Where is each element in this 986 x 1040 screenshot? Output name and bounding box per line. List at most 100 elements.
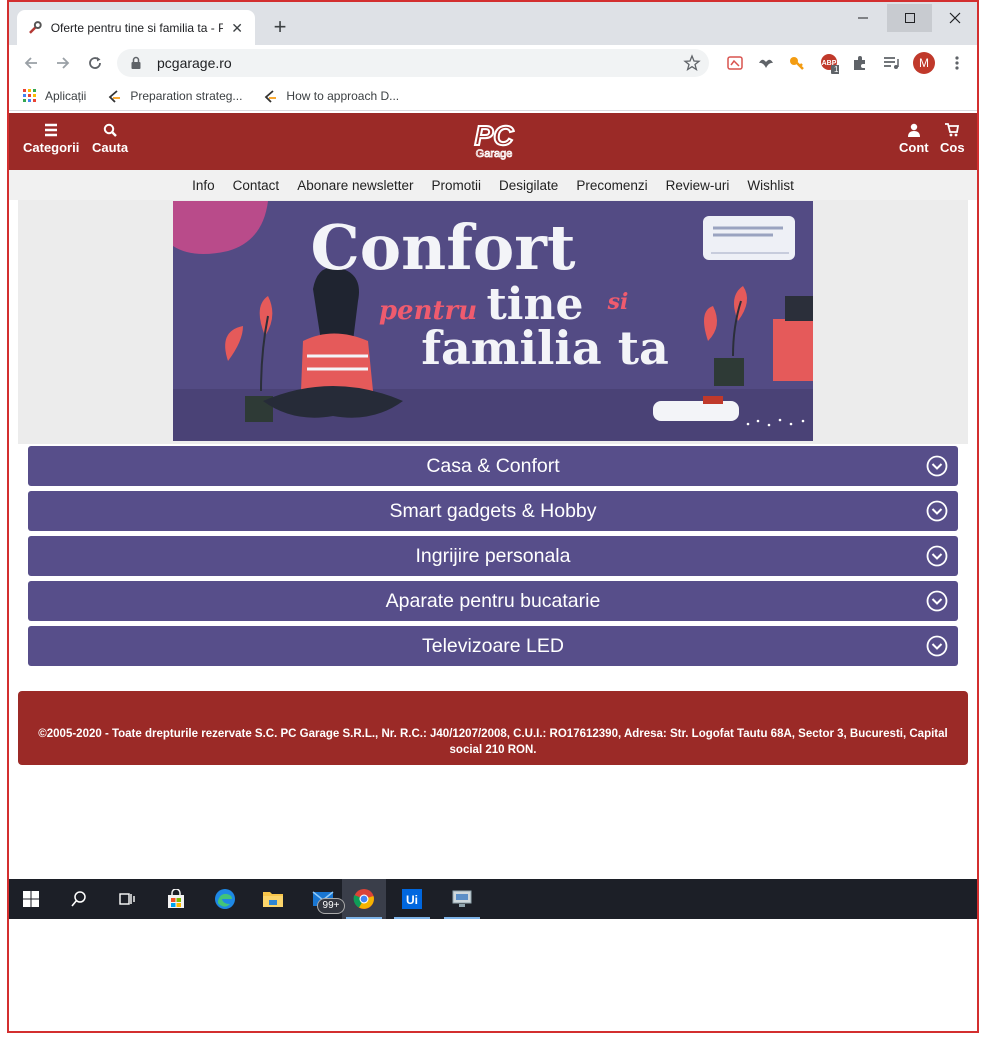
store-app-button[interactable] xyxy=(154,879,198,919)
mail-unread-badge: 99+ xyxy=(317,898,345,914)
chrome-icon xyxy=(353,889,374,909)
new-tab-button[interactable]: + xyxy=(267,15,293,41)
chrome-app-button[interactable] xyxy=(342,879,386,919)
media-queue-icon[interactable] xyxy=(881,53,901,73)
minimize-button[interactable] xyxy=(840,4,885,32)
account-button[interactable]: Cont xyxy=(899,123,929,155)
account-label: Cont xyxy=(899,140,929,155)
categories-label: Categorii xyxy=(23,140,80,155)
nav-link-precomenzi[interactable]: Precomenzi xyxy=(576,178,647,193)
remote-desktop-button[interactable] xyxy=(440,879,484,919)
uipath-app-button[interactable]: Ui xyxy=(390,879,434,919)
forward-button[interactable] xyxy=(51,51,75,75)
cart-icon xyxy=(945,123,960,137)
nav-link-newsletter[interactable]: Abonare newsletter xyxy=(297,178,413,193)
logo-main-text: PC xyxy=(475,121,515,151)
remote-desktop-icon xyxy=(452,890,472,907)
task-view-button[interactable] xyxy=(105,879,149,919)
maximize-icon xyxy=(904,13,915,23)
bookmark-label: Aplicații xyxy=(45,88,87,103)
extension-adblock-icon[interactable]: ABP 1 xyxy=(819,53,839,74)
bookmark-label: Preparation strateg... xyxy=(130,88,243,103)
nav-link-info[interactable]: Info xyxy=(192,178,215,193)
browser-window: Oferte pentru tine si familia ta - P ✕ +… xyxy=(7,0,979,1033)
uipath-icon: Ui xyxy=(402,889,422,909)
user-icon xyxy=(907,123,920,137)
accordion-label: Ingrijire personala xyxy=(415,544,571,567)
extension-badge-count: 1 xyxy=(834,65,839,74)
nav-link-wishlist[interactable]: Wishlist xyxy=(747,178,794,193)
leetcode-icon xyxy=(265,89,277,103)
extensions-puzzle-icon[interactable] xyxy=(850,53,870,73)
chevron-down-icon xyxy=(926,635,948,657)
edge-icon xyxy=(215,889,235,909)
chevron-down-icon xyxy=(926,500,948,522)
reload-button[interactable] xyxy=(83,51,107,75)
leetcode-icon xyxy=(109,89,121,103)
windows-taskbar: Ui xyxy=(9,879,977,919)
tab-close-icon[interactable]: ✕ xyxy=(229,20,245,36)
nav-link-reviews[interactable]: Review-uri xyxy=(666,178,730,193)
nav-link-promotii[interactable]: Promotii xyxy=(432,178,482,193)
extension-eagle-icon[interactable] xyxy=(756,53,776,73)
apps-grid-icon xyxy=(23,88,36,102)
nav-link-contact[interactable]: Contact xyxy=(233,178,280,193)
site-header: Categorii Cauta PC Garage Cont Cos xyxy=(9,113,977,170)
profile-avatar[interactable]: M xyxy=(913,52,935,74)
svg-text:Ui: Ui xyxy=(406,893,418,907)
reload-icon xyxy=(89,57,101,69)
browser-toolbar: pcgarage.ro ABP 1 M xyxy=(9,45,977,81)
categories-button[interactable]: Categorii xyxy=(23,123,79,155)
chevron-down-icon xyxy=(926,545,948,567)
banner-line-3: familia ta xyxy=(421,321,669,375)
file-explorer-button[interactable] xyxy=(251,879,295,919)
top-nav-menu: Info Contact Abonare newsletter Promotii… xyxy=(9,170,977,200)
search-button[interactable]: Cauta xyxy=(92,123,128,155)
nav-link-desigilate[interactable]: Desigilate xyxy=(499,178,558,193)
close-icon xyxy=(949,12,960,24)
search-icon xyxy=(71,891,86,907)
start-button[interactable] xyxy=(9,879,53,919)
footer-copyright: ©2005-2020 - Toate drepturile rezervate … xyxy=(38,728,948,756)
minimize-icon xyxy=(857,17,868,19)
taskbar-search-button[interactable] xyxy=(57,879,101,919)
edge-app-button[interactable] xyxy=(203,879,247,919)
folder-icon xyxy=(263,892,283,907)
banner-line-2c: si xyxy=(607,289,629,315)
cart-label: Cos xyxy=(940,140,965,155)
menu-icon xyxy=(45,123,58,137)
accordion-label: Televizoare LED xyxy=(422,634,564,657)
accordion-smart-gadgets[interactable]: Smart gadgets & Hobby xyxy=(28,491,958,531)
store-icon xyxy=(168,889,184,908)
bookmarks-bar: Aplicații Preparation strateg... How to … xyxy=(9,81,977,111)
accordion-televizoare-led[interactable]: Televizoare LED xyxy=(28,626,958,666)
chevron-down-icon xyxy=(926,590,948,612)
wrench-favicon-icon xyxy=(29,20,42,34)
bookmark-label: How to approach D... xyxy=(286,88,400,103)
promo-banner[interactable]: Confort pentru tine si familia ta xyxy=(173,201,813,441)
address-bar[interactable]: pcgarage.ro xyxy=(117,49,709,77)
accordion-aparate-bucatarie[interactable]: Aparate pentru bucatarie xyxy=(28,581,958,621)
bookmark-apps[interactable]: Aplicații xyxy=(23,88,87,103)
tab-strip: Oferte pentru tine si familia ta - P ✕ + xyxy=(9,2,977,45)
cart-button[interactable]: Cos xyxy=(940,123,965,155)
extension-screenshot-icon[interactable] xyxy=(725,53,745,73)
accordion-casa-confort[interactable]: Casa & Confort xyxy=(28,446,958,486)
browser-tab[interactable]: Oferte pentru tine si familia ta - P ✕ xyxy=(17,10,255,45)
arrow-right-icon xyxy=(57,57,70,69)
task-view-icon xyxy=(119,893,135,905)
arrow-left-icon xyxy=(24,57,37,69)
close-window-button[interactable] xyxy=(932,4,977,32)
search-icon xyxy=(103,123,117,137)
more-menu-icon[interactable] xyxy=(947,53,967,73)
back-button[interactable] xyxy=(19,51,43,75)
bookmark-preparation[interactable]: Preparation strateg... xyxy=(106,88,242,104)
bookmark-star-icon[interactable] xyxy=(683,54,701,72)
accordion-ingrijire-personala[interactable]: Ingrijire personala xyxy=(28,536,958,576)
extension-key-icon[interactable] xyxy=(787,53,807,73)
pcgarage-logo[interactable]: PC Garage xyxy=(453,119,535,161)
bookmark-how-to-approach[interactable]: How to approach D... xyxy=(262,88,399,104)
maximize-button[interactable] xyxy=(887,4,932,32)
logo-sub-text: Garage xyxy=(476,148,513,160)
accordion-label: Casa & Confort xyxy=(426,454,560,477)
